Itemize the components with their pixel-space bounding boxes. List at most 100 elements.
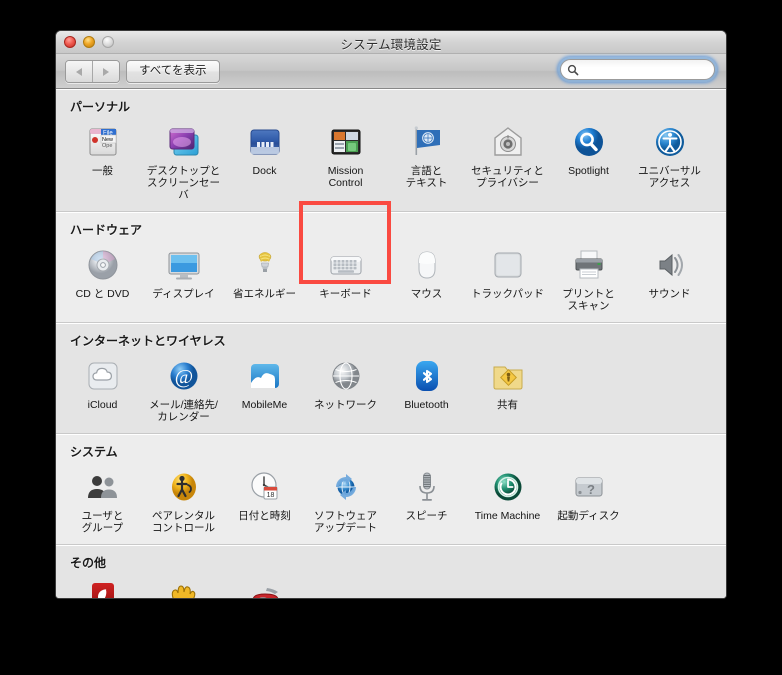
growl-icon bbox=[171, 585, 195, 598]
preference-pane-parental-controls[interactable]: ペアレンタル コントロール bbox=[143, 464, 224, 534]
preference-pane-network[interactable]: ネットワーク bbox=[305, 353, 386, 423]
pane-label: メール/連絡先/カレンダー bbox=[149, 399, 218, 423]
pane-row: ユーザと グループ ペアレンタル コントロール 18 日付と時刻 ソフトウェア アップデート ス… bbox=[56, 462, 726, 540]
pane-label: 日付と時刻 bbox=[238, 510, 291, 522]
preference-pane-sound[interactable]: サウンド bbox=[629, 242, 710, 312]
pane-label: Spotlight bbox=[568, 165, 609, 177]
spotlight-icon bbox=[574, 128, 603, 156]
language-text-icon bbox=[406, 121, 448, 163]
dock-icon bbox=[244, 121, 286, 163]
pane-label: サウンド bbox=[648, 288, 691, 300]
bluetooth-icon bbox=[415, 361, 438, 391]
language-text-icon bbox=[414, 126, 440, 155]
pane-label: Bluetooth bbox=[404, 399, 449, 411]
pane-label: Dock bbox=[252, 165, 277, 177]
preference-pane-language-text[interactable]: 言語と テキスト bbox=[386, 119, 467, 201]
preference-pane-cd-dvd[interactable]: CD と DVD bbox=[62, 242, 143, 312]
preference-pane-print-scan[interactable]: プリントと スキャン bbox=[548, 242, 629, 312]
preference-pane-date-time[interactable]: 18 日付と時刻 bbox=[224, 464, 305, 534]
trackpad-icon bbox=[494, 252, 521, 278]
window-titlebar[interactable]: システム環境設定 bbox=[56, 31, 726, 54]
preferences-section: システム ユーザと グループ ペアレンタル コントロール 18 日付と時刻 ソフトウェア アップ… bbox=[56, 434, 726, 545]
preference-pane-spotlight[interactable]: Spotlight bbox=[548, 119, 629, 201]
preference-pane-growl[interactable]: Growl bbox=[143, 575, 224, 598]
preference-pane-desktop-screensaver[interactable]: デスクトップと スクリーンセーバ bbox=[143, 119, 224, 201]
pane-label: Mission Control bbox=[327, 165, 364, 189]
preference-pane-displays[interactable]: ディスプレイ bbox=[143, 242, 224, 312]
pane-label: キーボード bbox=[319, 288, 372, 300]
navigation-buttons bbox=[65, 60, 120, 83]
pane-label: 共有 bbox=[497, 399, 518, 411]
keyboard-icon bbox=[330, 256, 361, 275]
desktop-screensaver-icon bbox=[169, 128, 198, 156]
preference-pane-flash-player[interactable]: Flash Player bbox=[62, 575, 143, 598]
forward-button[interactable] bbox=[92, 61, 119, 82]
mouse-icon bbox=[406, 244, 448, 286]
preference-pane-mission-control[interactable]: Mission Control bbox=[305, 119, 386, 201]
pane-label: プリントと スキャン bbox=[562, 288, 615, 312]
icloud-icon bbox=[88, 362, 117, 390]
pane-label: セキュリティと プライバシー bbox=[471, 165, 544, 189]
preference-pane-keyboard[interactable]: キーボード bbox=[305, 242, 386, 312]
preference-pane-software-update[interactable]: ソフトウェア アップデート bbox=[305, 464, 386, 534]
preference-pane-mobileme[interactable]: MobileMe bbox=[224, 353, 305, 423]
preference-pane-startup-disk[interactable]: ? 起動ディスク bbox=[548, 464, 629, 534]
preference-pane-sharing[interactable]: 共有 bbox=[467, 353, 548, 423]
growl-icon bbox=[163, 577, 205, 598]
search-input[interactable] bbox=[583, 62, 707, 77]
preference-pane-speech[interactable]: スピーチ bbox=[386, 464, 467, 534]
preference-pane-mouse[interactable]: マウス bbox=[386, 242, 467, 312]
flash-player-icon bbox=[82, 577, 124, 598]
mouse-icon bbox=[418, 251, 435, 279]
energy-saver-icon bbox=[244, 244, 286, 286]
preference-pane-perian[interactable]: Perian bbox=[224, 575, 305, 598]
preference-pane-time-machine[interactable]: Time Machine bbox=[467, 464, 548, 534]
general-icon: FileNewOpe bbox=[89, 128, 116, 156]
window-title: システム環境設定 bbox=[340, 38, 442, 52]
cd-dvd-icon bbox=[88, 250, 117, 280]
print-scan-icon bbox=[575, 250, 602, 279]
energy-saver-icon bbox=[258, 252, 271, 272]
preference-pane-energy-saver[interactable]: 省エネルギー bbox=[224, 242, 305, 312]
pane-row: iCloud @ メール/連絡先/カレンダー MobileMe ネットワーク Blueto… bbox=[56, 351, 726, 429]
preference-pane-trackpad[interactable]: トラックパッド bbox=[467, 242, 548, 312]
preference-panes-area: パーソナル File New Ope 一般 デスクトップと スクリーンセーバ Dock Miss… bbox=[56, 89, 726, 598]
preference-pane-dock[interactable]: Dock bbox=[224, 119, 305, 201]
network-icon bbox=[325, 355, 367, 397]
mobileme-icon bbox=[250, 364, 279, 388]
preference-pane-icloud[interactable]: iCloud bbox=[62, 353, 143, 423]
preference-pane-universal-access[interactable]: ユニバーサル アクセス bbox=[629, 119, 710, 201]
speech-icon bbox=[406, 466, 448, 508]
general-icon: FileNewOpe bbox=[82, 121, 124, 163]
preference-pane-general[interactable]: File New Ope 一般 bbox=[62, 119, 143, 201]
search-field[interactable] bbox=[560, 59, 715, 80]
pane-label: ディスプレイ bbox=[152, 288, 215, 300]
mission-control-icon bbox=[331, 129, 360, 155]
universal-access-icon bbox=[649, 121, 691, 163]
pane-label: マウス bbox=[410, 288, 443, 300]
pane-label: MobileMe bbox=[241, 399, 288, 411]
print-scan-icon bbox=[568, 244, 610, 286]
pane-label: ソフトウェア アップデート bbox=[314, 510, 377, 534]
pane-row: CD と DVD ディスプレイ 省エネルギー キーボード マウス トラックパッド プリントと… bbox=[56, 240, 726, 318]
preferences-section: インターネットとワイヤレス iCloud @ メール/連絡先/カレンダー MobileM… bbox=[56, 323, 726, 434]
spotlight-icon bbox=[568, 121, 610, 163]
pane-label: デスクトップと スクリーンセーバ bbox=[146, 165, 221, 201]
keyboard-icon bbox=[325, 244, 367, 286]
preference-pane-users-groups[interactable]: ユーザと グループ bbox=[62, 464, 143, 534]
show-all-button[interactable]: すべてを表示 bbox=[126, 60, 220, 83]
pane-row: File New Ope 一般 デスクトップと スクリーンセーバ Dock Mission Co… bbox=[56, 117, 726, 207]
preference-pane-bluetooth[interactable]: Bluetooth bbox=[386, 353, 467, 423]
back-button[interactable] bbox=[66, 61, 92, 82]
mail-contacts-calendars-icon: @ bbox=[163, 355, 205, 397]
perian-icon bbox=[252, 588, 278, 598]
preference-pane-mail-contacts-calendars[interactable]: @ メール/連絡先/カレンダー bbox=[143, 353, 224, 423]
preference-pane-security-privacy[interactable]: セキュリティと プライバシー bbox=[467, 119, 548, 201]
sound-icon bbox=[649, 244, 691, 286]
flash-player-icon bbox=[91, 583, 114, 598]
mission-control-icon bbox=[325, 121, 367, 163]
time-machine-icon bbox=[494, 473, 521, 501]
security-privacy-icon bbox=[493, 127, 522, 156]
security-privacy-icon bbox=[487, 121, 529, 163]
software-update-icon bbox=[325, 466, 367, 508]
